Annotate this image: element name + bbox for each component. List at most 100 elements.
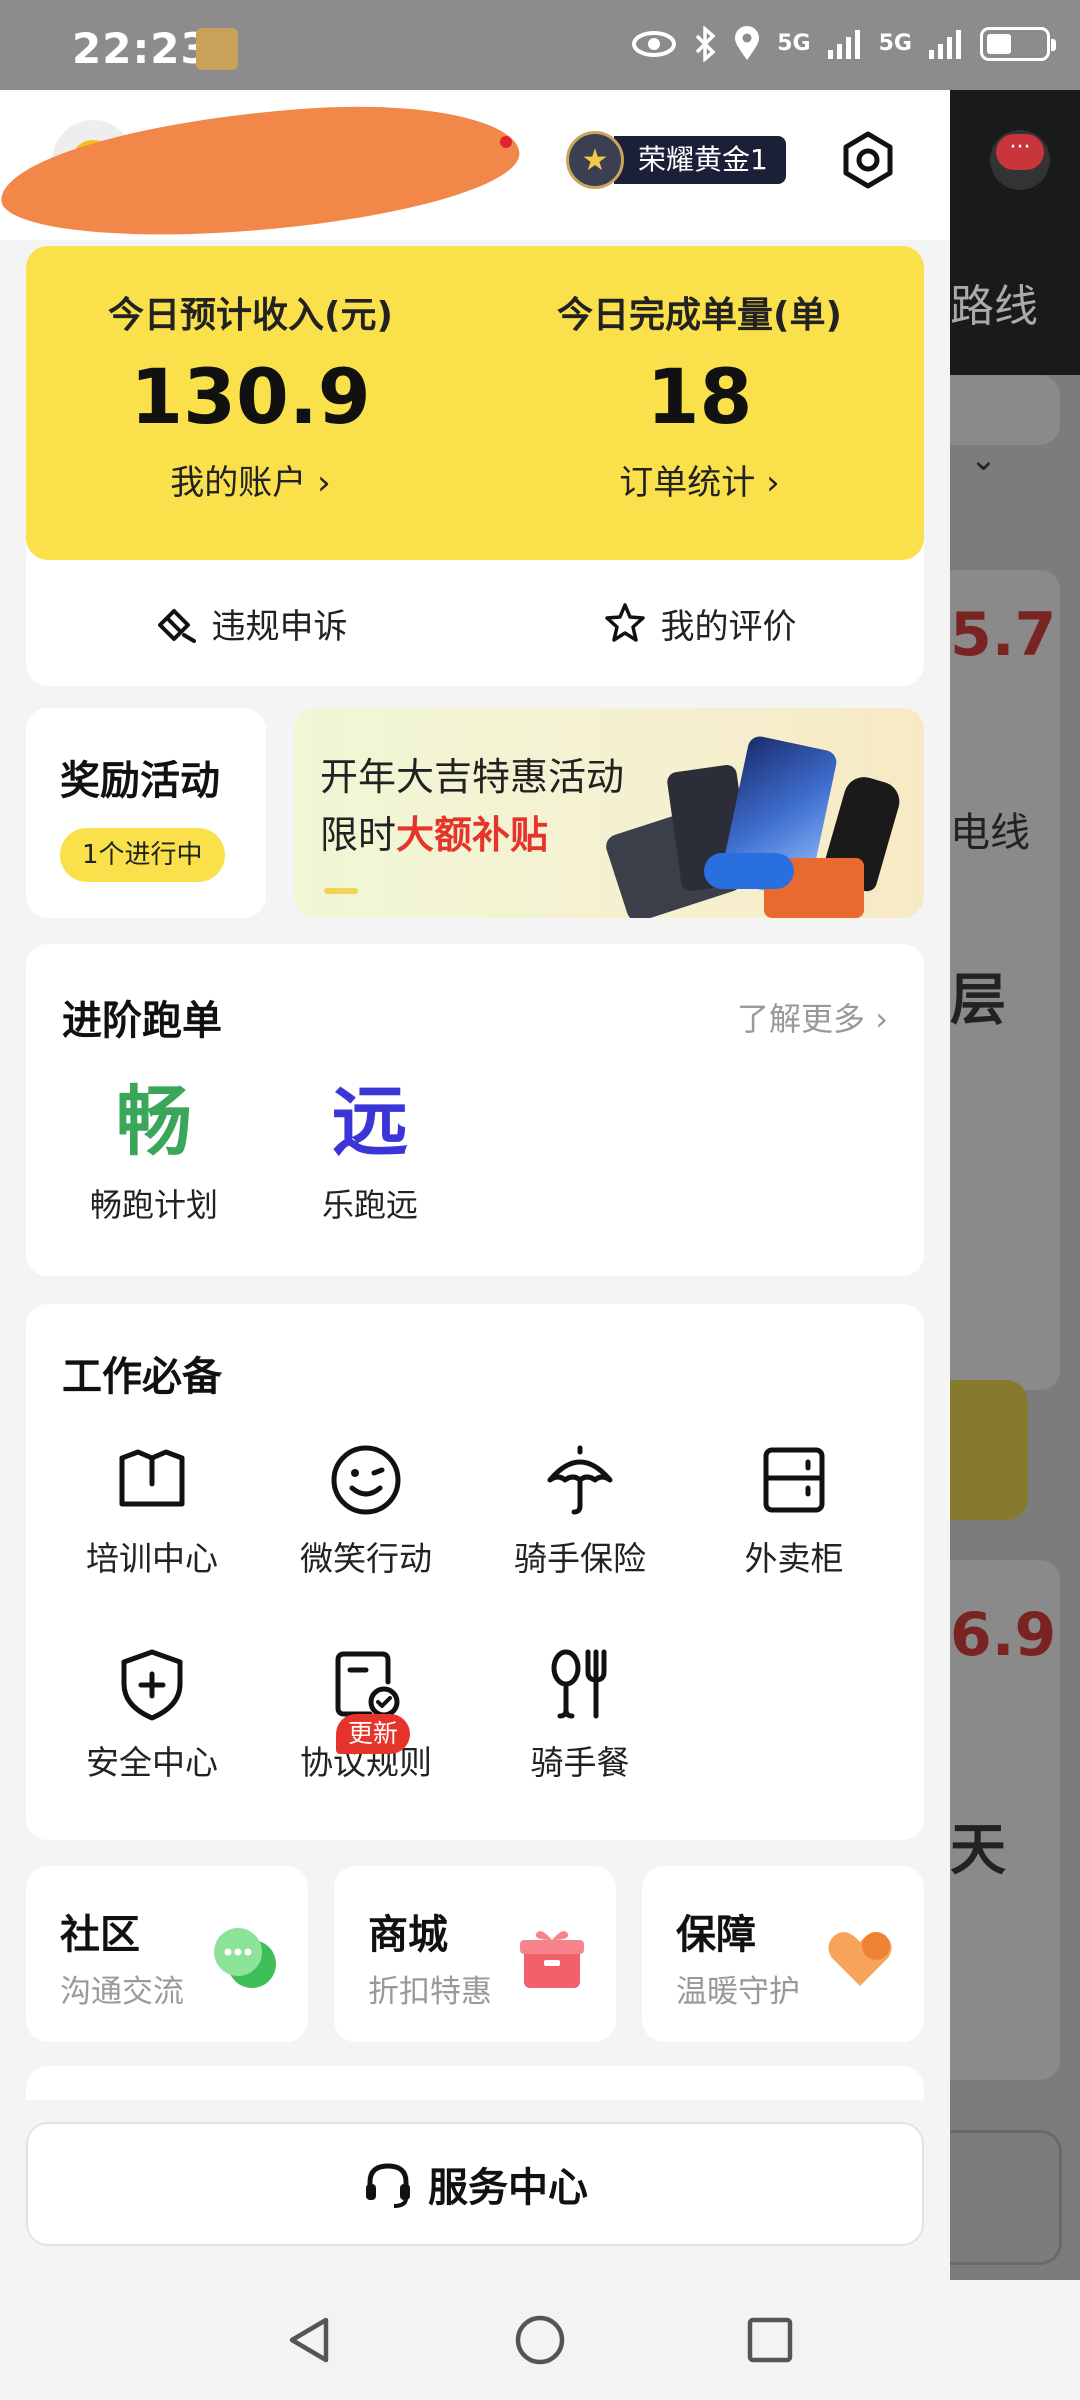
reward-status-pill: 1个进行中 bbox=[60, 828, 225, 882]
star-icon bbox=[604, 603, 645, 642]
my-reviews-label: 我的评价 bbox=[660, 606, 797, 647]
agreement-icon bbox=[335, 1651, 400, 1718]
promo-banner-highlight: 大额补贴 bbox=[396, 813, 549, 857]
training-center-label: 培训中心 bbox=[86, 1539, 218, 1578]
chat-icon bbox=[214, 1928, 276, 1988]
violation-appeal-label: 违规申诉 bbox=[211, 606, 348, 647]
reward-activity-card[interactable]: 奖励活动 1个进行中 bbox=[26, 708, 266, 918]
status-bar: 22:23 5G 5G bbox=[0, 0, 1080, 90]
income-actions: 违规申诉 我的评价 bbox=[26, 560, 924, 686]
umbrella-icon bbox=[547, 1445, 613, 1515]
order-stats-link[interactable]: 订单统计 › bbox=[475, 455, 924, 504]
heart-icon bbox=[828, 1932, 892, 1986]
income-label: 今日预计收入(元) bbox=[108, 295, 393, 336]
smile-action-label: 微笑行动 bbox=[300, 1539, 432, 1578]
orders-value: 18 bbox=[646, 352, 753, 441]
training-center-item[interactable]: 培训中心 bbox=[52, 1440, 252, 1580]
background-header: 路线 bbox=[950, 90, 1080, 375]
rider-insurance-label: 骑手保险 bbox=[514, 1539, 646, 1578]
promo-banner-title: 开年大吉特惠活动 bbox=[320, 755, 625, 799]
hammer-icon bbox=[157, 609, 196, 643]
chevron-right-icon: › bbox=[306, 463, 331, 503]
meal-icon bbox=[551, 1649, 607, 1719]
status-icons: 5G 5G bbox=[631, 26, 1056, 62]
network-indicator-2: 5G bbox=[878, 31, 912, 56]
drawer-header: ★ 荣耀黄金1 bbox=[0, 90, 950, 248]
app-notification-icon bbox=[196, 28, 238, 70]
recent-apps-icon[interactable] bbox=[742, 2312, 798, 2368]
star-badge-icon: ★ bbox=[566, 131, 624, 189]
back-icon[interactable] bbox=[282, 2312, 338, 2368]
rider-insurance-item[interactable]: 骑手保险 bbox=[480, 1440, 680, 1580]
level-badge-label: 荣耀黄金1 bbox=[614, 136, 786, 184]
work-essentials-title: 工作必备 bbox=[62, 1354, 222, 1400]
signal-icon bbox=[929, 30, 961, 59]
advanced-section-title: 进阶跑单 bbox=[62, 998, 222, 1044]
background-value: 5.7 bbox=[950, 600, 1057, 670]
background-text: 电线 bbox=[950, 810, 1030, 856]
eye-icon bbox=[632, 31, 677, 57]
promo-banner-subtitle: 限时大额补贴 bbox=[320, 804, 548, 859]
home-icon[interactable] bbox=[512, 2312, 568, 2368]
income-value: 130.9 bbox=[130, 352, 371, 441]
service-center-bar: 服务中心 bbox=[0, 2100, 950, 2280]
income-stat[interactable]: 今日预计收入(元) 130.9 我的账户 › bbox=[26, 286, 475, 504]
signal-icon bbox=[827, 30, 860, 59]
my-account-link[interactable]: 我的账户 › bbox=[26, 455, 475, 504]
background-page[interactable]: 路线 ⌄ 5.7 电线 层 6.9 天 bbox=[950, 90, 1080, 2280]
settings-icon[interactable] bbox=[838, 130, 898, 190]
promo-banner[interactable]: 开年大吉特惠活动 限时大额补贴 bbox=[294, 708, 924, 918]
community-card[interactable]: 社区 沟通交流 bbox=[26, 1866, 308, 2042]
reward-activity-title: 奖励活动 bbox=[60, 758, 220, 804]
protection-card[interactable]: 保障 温暖守护 bbox=[642, 1866, 924, 2042]
rider-meal-label: 骑手餐 bbox=[530, 1743, 630, 1782]
background-value: 6.9 bbox=[950, 1600, 1057, 1670]
status-time: 22:23 bbox=[72, 24, 211, 73]
background-button[interactable] bbox=[950, 2130, 1062, 2265]
background-text: 层 bbox=[950, 968, 1006, 1033]
mall-card[interactable]: 商城 折扣特惠 bbox=[334, 1866, 616, 2042]
smooth-run-plan-item[interactable]: 畅 畅跑计划 bbox=[64, 1076, 244, 1226]
violation-appeal-button[interactable]: 违规申诉 bbox=[26, 560, 475, 686]
shield-icon bbox=[121, 1649, 183, 1721]
background-text: 天 bbox=[950, 1818, 1006, 1883]
service-center-button[interactable]: 服务中心 bbox=[26, 2122, 924, 2246]
locker-icon bbox=[763, 1447, 825, 1513]
smooth-run-label: 畅跑计划 bbox=[89, 1186, 218, 1224]
learn-more-link[interactable]: 了解更多 › bbox=[737, 994, 888, 1040]
product-image bbox=[704, 853, 794, 889]
orders-stat[interactable]: 今日完成单量(单) 18 订单统计 › bbox=[475, 286, 924, 504]
income-card: 今日预计收入(元) 130.9 我的账户 › 今日完成单量(单) 18 订单统计… bbox=[26, 246, 924, 686]
advanced-section: 进阶跑单 了解更多 › 畅 畅跑计划 远 乐跑远 bbox=[26, 944, 924, 1276]
chevron-right-icon: › bbox=[755, 463, 780, 503]
gift-icon bbox=[520, 1931, 584, 1988]
long-run-icon: 远 bbox=[332, 1077, 408, 1166]
book-icon bbox=[119, 1449, 185, 1507]
protection-subtitle: 温暖守护 bbox=[676, 1974, 800, 2010]
notification-dot bbox=[500, 136, 512, 148]
mall-subtitle: 折扣特惠 bbox=[368, 1974, 492, 2010]
my-reviews-button[interactable]: 我的评价 bbox=[475, 560, 924, 686]
rider-meal-item[interactable]: 骑手餐 bbox=[480, 1644, 680, 1784]
delivery-locker-item[interactable]: 外卖柜 bbox=[694, 1440, 894, 1580]
community-title: 社区 bbox=[60, 1912, 140, 1958]
smile-action-item[interactable]: 微笑行动 bbox=[266, 1440, 466, 1580]
happy-long-run-item[interactable]: 远 乐跑远 bbox=[280, 1076, 460, 1226]
chevron-right-icon: › bbox=[865, 1000, 888, 1038]
battery-icon bbox=[980, 27, 1056, 61]
chevron-down-icon[interactable]: ⌄ bbox=[970, 440, 997, 478]
location-icon bbox=[735, 26, 760, 60]
carousel-indicator bbox=[324, 888, 358, 894]
bluetooth-icon bbox=[696, 26, 716, 62]
side-drawer: ★ 荣耀黄金1 今日预计收入(元) 130.9 我的账户 › 今日完成单量(单)… bbox=[0, 90, 950, 2280]
smile-icon bbox=[331, 1445, 401, 1515]
orders-label: 今日完成单量(单) bbox=[557, 295, 842, 336]
network-indicator-1: 5G bbox=[777, 31, 811, 56]
protection-title: 保障 bbox=[676, 1912, 756, 1958]
work-essentials-section: 工作必备 培训中心 微笑行动 骑手保险 外卖柜 安全中心 协议规则 骑手餐 bbox=[26, 1304, 924, 1840]
background-button[interactable] bbox=[950, 1380, 1028, 1520]
level-badge[interactable]: ★ 荣耀黄金1 bbox=[566, 131, 786, 189]
bell-icon[interactable] bbox=[990, 130, 1050, 190]
new-badge: 更新 bbox=[336, 1714, 411, 1754]
safety-center-item[interactable]: 安全中心 bbox=[52, 1644, 252, 1784]
